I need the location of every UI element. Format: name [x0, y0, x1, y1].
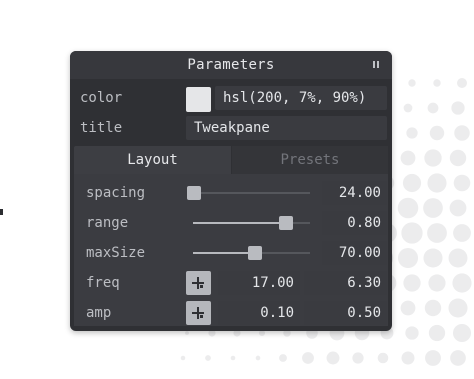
spacing-row: spacing 24.00	[70, 178, 392, 208]
tab-presets[interactable]: Presets	[232, 146, 388, 174]
pane-title-bar[interactable]: Parameters	[70, 51, 392, 79]
color-row: color hsl(200, 7%, 90%)	[70, 83, 392, 113]
amp-y-input[interactable]: 0.50	[304, 301, 387, 325]
color-input[interactable]: hsl(200, 7%, 90%)	[215, 86, 387, 110]
tab-layout[interactable]: Layout	[74, 146, 231, 174]
background-mark	[0, 209, 3, 215]
amp-label: amp	[86, 305, 112, 321]
maxsize-label: maxSize	[86, 245, 146, 261]
pane-title: Parameters	[187, 57, 275, 73]
freq-x-input[interactable]: 17.00	[218, 271, 300, 295]
color-label: color	[80, 90, 123, 106]
range-slider-knob[interactable]	[279, 216, 293, 230]
spacing-input[interactable]: 24.00	[322, 181, 387, 205]
spacing-slider-knob[interactable]	[187, 186, 201, 200]
tab-bar: Layout Presets	[74, 146, 388, 174]
title-row: title Tweakpane	[70, 113, 392, 143]
point-picker-icon[interactable]	[186, 271, 211, 295]
maxsize-input[interactable]: 70.00	[322, 241, 387, 265]
maxsize-slider-knob[interactable]	[248, 246, 262, 260]
freq-label: freq	[86, 275, 120, 291]
spacing-label: spacing	[86, 185, 146, 201]
maxsize-row: maxSize 70.00	[70, 238, 392, 268]
title-input[interactable]: Tweakpane	[186, 116, 387, 140]
range-input[interactable]: 0.80	[322, 211, 387, 235]
title-label: title	[80, 120, 123, 136]
range-label: range	[86, 215, 129, 231]
range-slider-fill	[193, 222, 286, 224]
amp-row: amp 0.10 0.50	[70, 298, 392, 328]
color-swatch[interactable]	[186, 87, 211, 112]
spacing-slider-track[interactable]	[193, 192, 310, 194]
parameters-pane: Parameters color hsl(200, 7%, 90%) title…	[70, 51, 392, 331]
point-picker-icon[interactable]	[186, 301, 211, 325]
freq-row: freq 17.00 6.30	[70, 268, 392, 298]
amp-x-input[interactable]: 0.10	[218, 301, 300, 325]
expand-icon[interactable]	[373, 61, 379, 68]
maxsize-slider-fill	[193, 252, 255, 254]
range-row: range 0.80	[70, 208, 392, 238]
freq-y-input[interactable]: 6.30	[304, 271, 387, 295]
